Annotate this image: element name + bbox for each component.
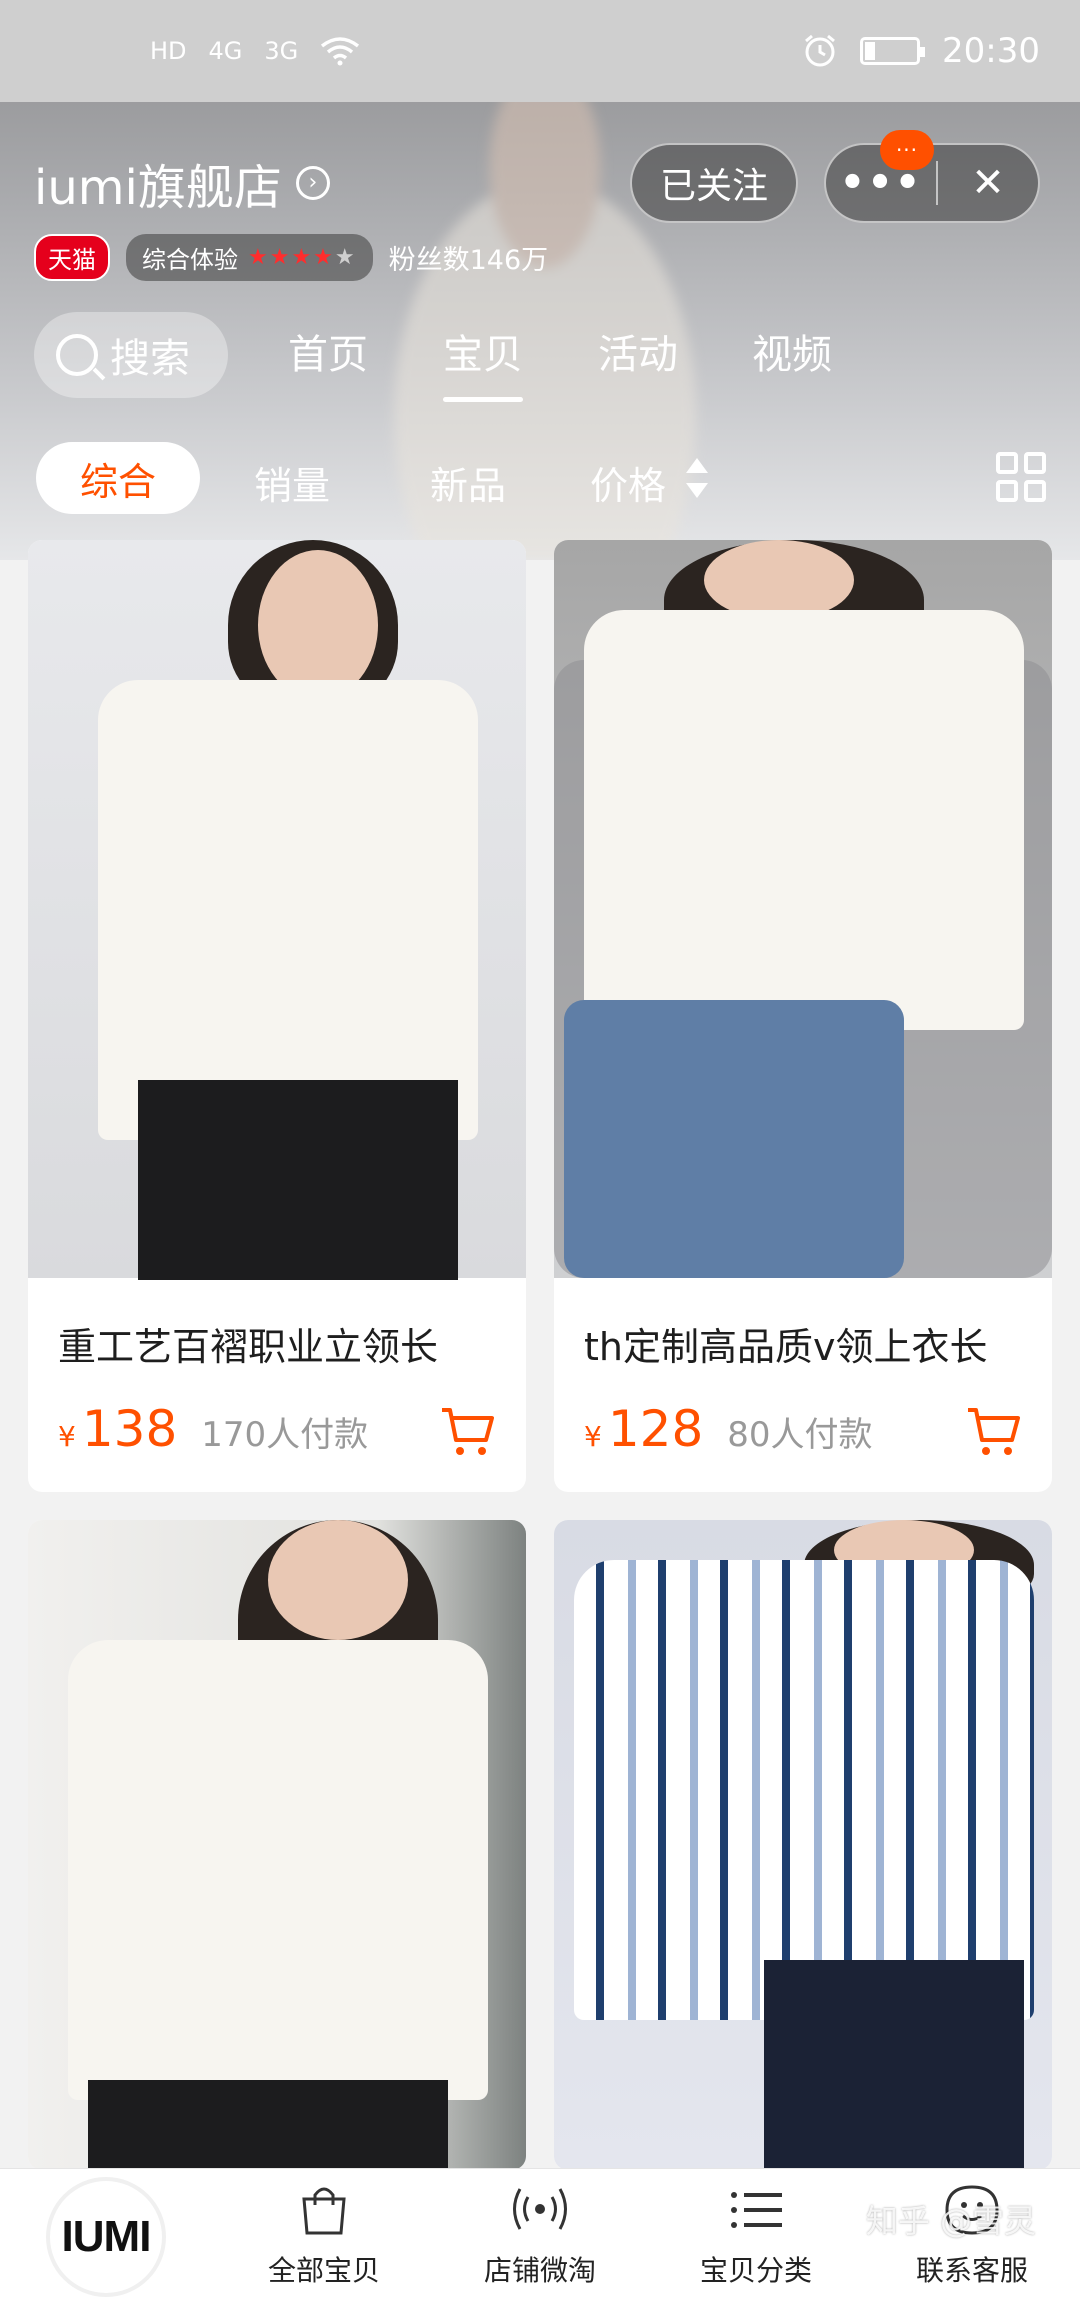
sort-price[interactable]: 价格: [590, 455, 666, 510]
currency-symbol: ¥: [584, 1420, 602, 1453]
product-title: th定制高品质v领上衣长: [584, 1325, 988, 1369]
product-info: th定制高品质v领上衣长 ¥ 128 80人付款: [554, 1278, 1052, 1492]
signal-4g-icon: 4G: [208, 37, 243, 65]
store-name[interactable]: iumi旗舰店 ›: [34, 148, 330, 218]
alarm-icon: [805, 34, 835, 67]
tab-activities[interactable]: 活动: [598, 322, 678, 380]
store-name-text: iumi旗舰店: [34, 160, 282, 216]
sort-comprehensive[interactable]: 综合: [36, 442, 200, 514]
tab-all-products[interactable]: 全部宝贝: [234, 2183, 414, 2289]
search-label: 搜索: [110, 336, 190, 382]
product-image: [554, 1520, 1052, 2170]
tab-label: 联系客服: [915, 2254, 1028, 2287]
grid-view-icon[interactable]: [996, 452, 1046, 502]
signal-3g-icon: 3G: [264, 37, 299, 65]
store-meta: 天猫 综合体验 ★★★★★ 粉丝数146万: [34, 234, 548, 281]
currency-symbol: ¥: [58, 1420, 76, 1453]
price-row: ¥ 138 170人付款: [58, 1400, 368, 1458]
follow-button[interactable]: 已关注: [630, 143, 798, 223]
product-card[interactable]: th定制高品质v领上衣长 ¥ 128 80人付款: [554, 540, 1052, 1492]
clock: 20:30: [942, 31, 1040, 71]
cart-icon[interactable]: [440, 1406, 496, 1458]
product-image: [28, 540, 526, 1280]
store-logo[interactable]: IUMI: [50, 2181, 162, 2293]
product-price: 138: [81, 1400, 178, 1458]
hd-indicator: HD: [150, 37, 187, 65]
tab-label: 宝贝分类: [699, 2254, 812, 2287]
list-icon: [731, 2192, 782, 2228]
search-icon: [56, 334, 98, 376]
tmall-badge: 天猫: [34, 234, 110, 281]
cart-icon[interactable]: [966, 1406, 1022, 1458]
wifi-icon: [321, 37, 360, 66]
tab-home[interactable]: 首页: [288, 322, 368, 380]
experience-label: 综合体验: [142, 246, 238, 274]
sold-count: 80人付款: [727, 1415, 873, 1455]
message-badge: ···: [880, 130, 934, 170]
product-price: 128: [607, 1400, 704, 1458]
rating-stars: ★★★★★: [248, 245, 357, 270]
product-info: 重工艺百褶职业立领长 ¥ 138 170人付款: [28, 1278, 526, 1492]
search-button[interactable]: 搜索: [34, 312, 228, 398]
close-button[interactable]: ✕: [938, 160, 1038, 206]
product-title: 重工艺百褶职业立领长: [58, 1325, 439, 1369]
product-card[interactable]: [554, 1520, 1052, 2170]
tab-weitao[interactable]: 店铺微淘: [450, 2183, 630, 2289]
sold-count: 170人付款: [201, 1415, 369, 1455]
tab-products[interactable]: 宝贝: [443, 322, 523, 402]
tab-categories[interactable]: 宝贝分类: [666, 2183, 846, 2289]
product-image: [554, 540, 1052, 1278]
product-image: [28, 1520, 526, 2170]
experience-rating[interactable]: 综合体验 ★★★★★: [126, 234, 373, 281]
sort-new[interactable]: 新品: [430, 455, 506, 510]
price-row: ¥ 128 80人付款: [584, 1400, 873, 1458]
broadcast-icon: [513, 2188, 567, 2230]
status-bar: HD 4G 3G 20:30: [0, 0, 1080, 102]
tab-label: 全部宝贝: [267, 2254, 380, 2287]
tab-label: 店铺微淘: [483, 2254, 596, 2287]
product-card[interactable]: [28, 1520, 526, 2170]
tab-videos[interactable]: 视频: [752, 322, 832, 380]
battery-icon: [860, 37, 926, 65]
watermark: 知乎 @雪灵: [865, 2202, 1036, 2240]
shopping-bag-icon: [302, 2187, 346, 2235]
chevron-right-icon: ›: [295, 166, 330, 200]
sort-sales[interactable]: 销量: [254, 455, 330, 510]
product-card[interactable]: 重工艺百褶职业立领长 ¥ 138 170人付款: [28, 540, 526, 1492]
fans-count: 粉丝数146万: [388, 245, 549, 276]
sort-arrows-icon: [686, 456, 708, 500]
